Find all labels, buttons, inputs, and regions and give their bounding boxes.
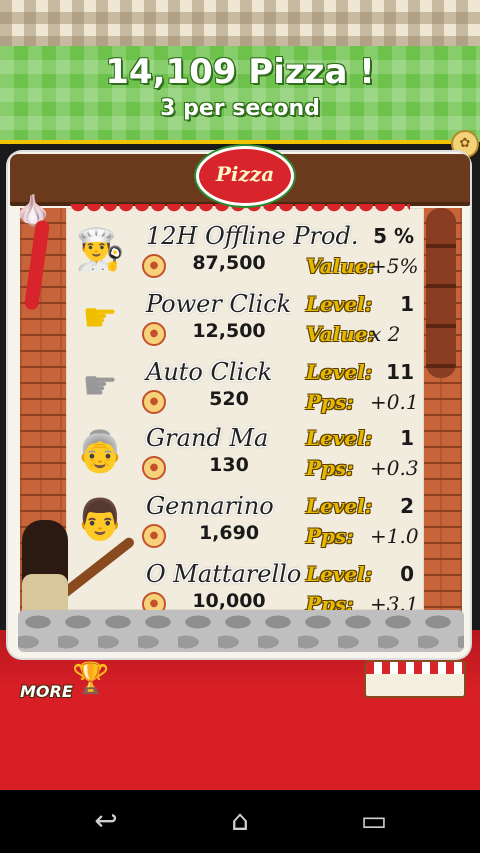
upgrade-title: Gennarino	[146, 492, 274, 520]
upgrade-cost: 12,500	[192, 320, 266, 342]
upgrade-value-label: Pps:	[306, 456, 354, 480]
upgrade-level: 2	[400, 494, 414, 518]
pizza-coin-icon: ●	[142, 456, 166, 480]
upgrade-level: 1	[400, 292, 414, 316]
upgrade-value-label: Pps:	[306, 390, 354, 414]
upgrade-cost: 130	[209, 454, 249, 476]
upgrade-level: 0	[400, 562, 414, 586]
upgrade-level: 5 %	[373, 224, 414, 248]
android-nav-bar: ↩ ⌂ ▭	[0, 790, 480, 853]
upgrade-row-auto-click[interactable]: ☛ Auto Click ● 520 Level: 11 Pps: +0.1	[74, 356, 420, 420]
salami-icon	[426, 208, 456, 378]
tablecloth-top	[0, 0, 480, 50]
grandma-icon: 👵	[75, 429, 125, 475]
upgrade-title: Auto Click	[146, 358, 273, 386]
upgrade-level: 11	[386, 360, 414, 384]
shop-icon[interactable]	[364, 660, 466, 698]
chef-icon: 👨‍🍳	[75, 227, 125, 273]
upgrade-value: +0.1	[370, 390, 419, 414]
stone-base	[18, 610, 464, 652]
upgrade-level-label: Level:	[306, 292, 373, 316]
upgrade-cost: 87,500	[192, 252, 266, 274]
upgrade-title: Power Click	[146, 290, 292, 318]
upgrade-cost: 10,000	[192, 590, 266, 612]
upgrade-value-label: Value:	[306, 322, 375, 346]
golden-hand-icon: ☛	[82, 295, 118, 341]
recent-apps-icon[interactable]: ▭	[344, 804, 404, 838]
pizza-coin-icon: ●	[142, 390, 166, 414]
upgrade-value: x 2	[370, 322, 401, 346]
progress-line	[0, 140, 455, 144]
back-icon[interactable]: ↩	[76, 804, 136, 838]
upgrade-cost: 520	[209, 388, 249, 410]
upgrade-level-label: Level:	[306, 426, 373, 450]
pizza-logo: Pizza	[196, 146, 294, 206]
upgrade-level-label: Level:	[306, 494, 373, 518]
upgrade-value-label: Value:	[306, 254, 375, 278]
upgrade-value: +0.3	[370, 456, 419, 480]
upgrade-row-grand-ma[interactable]: 👵 Grand Ma ● 130 Level: 1 Pps: +0.3	[74, 422, 420, 486]
pizza-rate: 3 per second	[160, 96, 320, 121]
white-hand-icon: ☛	[82, 363, 118, 409]
upgrade-title: Grand Ma	[146, 424, 269, 452]
home-icon[interactable]: ⌂	[210, 804, 270, 838]
upgrade-level-label: Level:	[306, 360, 373, 384]
upgrade-title: O Mattarello	[146, 560, 302, 588]
upgrade-value-label: Pps:	[306, 524, 354, 548]
pizza-coin-icon: ●	[142, 254, 166, 278]
upgrade-level-label: Level:	[306, 562, 373, 586]
pizza-coin-icon: ●	[142, 322, 166, 346]
trophy-icon[interactable]: 🏆	[72, 660, 109, 698]
upgrade-value: +5%	[370, 254, 419, 278]
upgrade-value: +1.0	[370, 524, 419, 548]
upgrade-row-power-click[interactable]: ☛ Power Click ● 12,500 Level: 1 Value: x…	[74, 288, 420, 352]
pizza-count: 14,109 Pizza !	[105, 52, 375, 92]
gennarino-icon: 👨	[75, 497, 125, 543]
upgrade-level: 1	[400, 426, 414, 450]
upgrade-title: 12H Offline Prod.	[146, 222, 359, 250]
more-button[interactable]: MORE	[20, 682, 73, 701]
wine-bottle-icon	[22, 520, 68, 620]
pizza-coin-icon: ●	[142, 524, 166, 548]
upgrade-row-offline[interactable]: 👨‍🍳 12H Offline Prod. ● 87,500 5 % Value…	[74, 220, 420, 284]
upgrade-cost: 1,690	[198, 522, 260, 544]
